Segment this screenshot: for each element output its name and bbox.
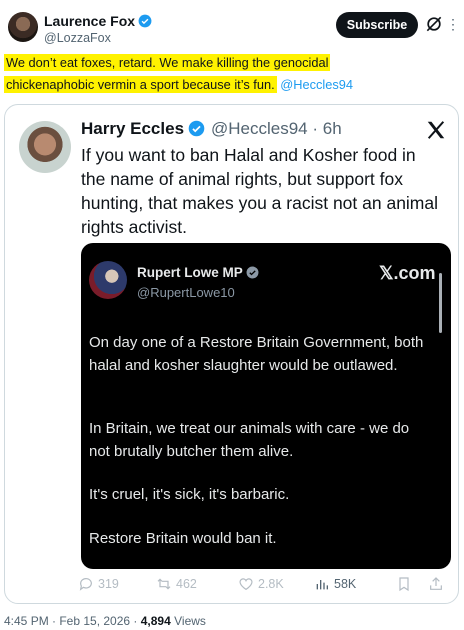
quoted-tweet-text: If you want to ban Halal and Kosher food…: [81, 145, 439, 237]
more-options-icon[interactable]: ⋮: [446, 16, 461, 33]
reply-icon: [79, 578, 92, 591]
tweet-meta: 4:45 PM · Feb 15, 2026 · 4,894 Views: [4, 614, 206, 628]
image-author-handle: @RupertLowe10: [137, 285, 235, 300]
image-paragraph-1: On day one of a Restore Britain Governme…: [89, 334, 424, 374]
verified-badge-icon: [246, 266, 259, 279]
action-bar: 319 462 2.8K 58K: [78, 576, 448, 598]
heart-icon: [239, 578, 253, 591]
views-count: 58K: [334, 577, 357, 591]
tweet-text: We don’t eat foxes, retard. We make kill…: [4, 52, 424, 96]
like-count: 2.8K: [258, 577, 284, 591]
quoted-author-name-text[interactable]: Harry Eccles: [81, 119, 184, 138]
image-paragraph-4: Restore Britain would ban it.: [89, 530, 277, 547]
image-scrollbar: [439, 273, 442, 333]
author-name-text[interactable]: Laurence Fox: [44, 13, 135, 29]
repost-button[interactable]: 462: [156, 576, 197, 592]
image-author-name-text: Rupert Lowe MP: [137, 265, 243, 280]
author-name[interactable]: Laurence Fox: [44, 13, 152, 29]
x-logo-icon: [427, 121, 445, 139]
image-brand-label: 𝕏.com: [379, 263, 436, 283]
share-icon: [430, 577, 442, 590]
image-author-avatar: [89, 261, 127, 299]
quoted-screenshot-image[interactable]: Rupert Lowe MP @RupertLowe10 𝕏.com On da…: [81, 243, 451, 569]
grok-icon[interactable]: [424, 14, 444, 34]
tweet-text-line-1: We don’t eat foxes, retard. We make kill…: [4, 54, 331, 71]
quoted-author-avatar[interactable]: [19, 121, 71, 173]
views-total: 4,894: [140, 614, 171, 628]
verified-badge-icon: [138, 14, 152, 28]
bookmark-icon: [399, 577, 409, 592]
like-button[interactable]: 2.8K: [238, 576, 284, 592]
bookmark-button[interactable]: [396, 576, 412, 592]
views-button[interactable]: 58K: [314, 576, 356, 592]
post-timestamp[interactable]: 4:45 PM · Feb 15, 2026 ·: [4, 614, 141, 628]
views-label: Views: [170, 614, 206, 628]
share-button[interactable]: [428, 576, 444, 592]
repost-count: 462: [176, 577, 197, 591]
subscribe-button[interactable]: Subscribe: [336, 12, 418, 38]
quoted-author-name[interactable]: Harry Eccles: [81, 119, 205, 139]
author-handle[interactable]: @LozzaFox: [44, 31, 111, 45]
image-paragraph-3: It's cruel, it's sick, it's barbaric.: [89, 486, 290, 503]
mention-link[interactable]: @Heccles94: [280, 77, 353, 92]
repost-icon: [157, 578, 171, 590]
views-chart-icon: [316, 580, 328, 590]
reply-count: 319: [98, 577, 119, 591]
verified-badge-icon: [188, 120, 205, 137]
image-author-name: Rupert Lowe MP: [137, 265, 259, 280]
quoted-tweet-card[interactable]: Harry Eccles @Heccles94 · 6h If you want…: [4, 104, 459, 604]
author-avatar[interactable]: [8, 12, 38, 42]
quoted-handle-time[interactable]: @Heccles94 · 6h: [211, 119, 342, 139]
tweet-header: Laurence Fox @LozzaFox Subscribe ⋮: [0, 0, 464, 50]
image-paragraph-2: In Britain, we treat our animals with ca…: [89, 420, 410, 460]
tweet-text-line-2: chickenaphobic vermin a sport because it…: [4, 76, 277, 93]
reply-button[interactable]: 319: [78, 576, 119, 592]
